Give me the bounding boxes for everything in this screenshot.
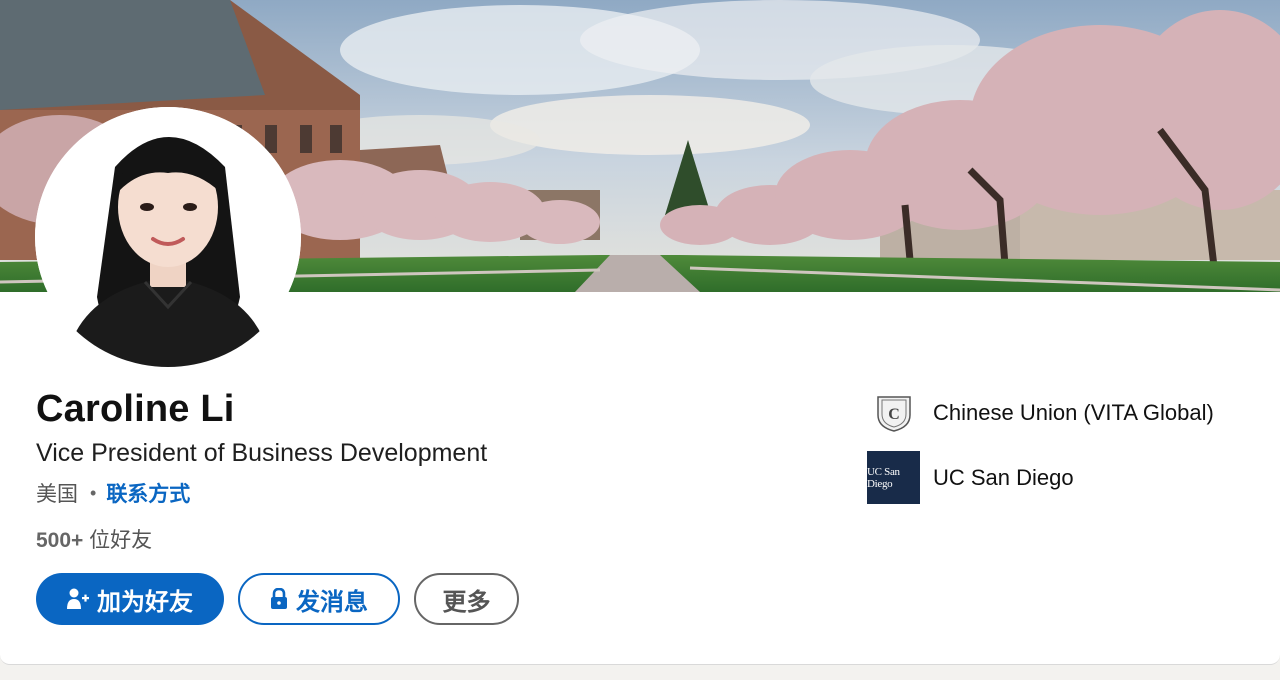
more-button[interactable]: 更多 [414,573,519,625]
add-person-icon [67,587,89,611]
svg-text:C: C [888,406,900,423]
avatar [35,107,301,367]
separator-dot: • [90,482,97,503]
connections-label: 位好友 [83,529,153,552]
profile-name: Caroline Li [36,388,235,430]
profile-photo[interactable] [35,107,301,367]
location-text: 美国 [36,483,78,506]
connections-count[interactable]: 500+ 位好友 [36,524,152,554]
message-label: 发消息 [296,588,368,616]
org-chinese-union[interactable]: C Chinese Union (VITA Global) [867,386,1214,439]
org-uc-san-diego[interactable]: UC San Diego UC San Diego [867,451,1074,504]
message-button[interactable]: 发消息 [238,573,400,625]
location-row: 美国 • 联系方式 [36,478,190,508]
chinese-union-logo: C [867,386,920,439]
lock-icon [270,588,288,610]
connect-button[interactable]: 加为好友 [36,573,224,625]
profile-card: Caroline Li Vice President of Business D… [0,0,1280,665]
org-name: Chinese Union (VITA Global) [933,399,1214,425]
more-label: 更多 [442,588,491,616]
uc-san-diego-logo: UC San Diego [867,451,920,504]
profile-headline: Vice President of Business Development [36,439,488,467]
contact-info-link[interactable]: 联系方式 [106,478,190,508]
connect-label: 加为好友 [97,588,193,616]
org-name: UC San Diego [933,464,1074,490]
connections-number: 500+ [36,529,84,552]
